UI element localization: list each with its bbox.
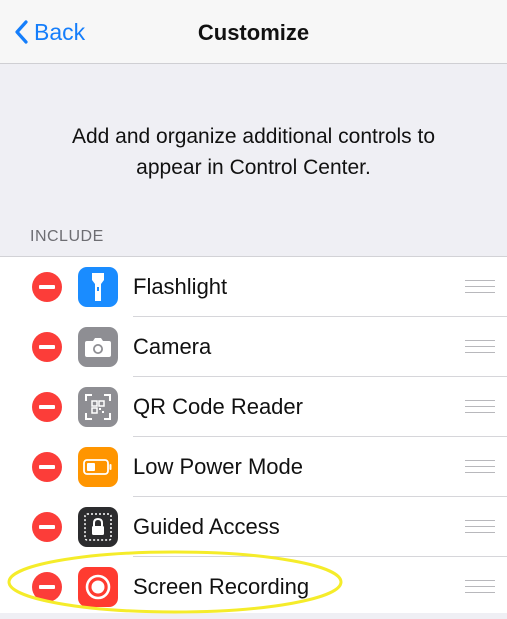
remove-button[interactable]	[32, 392, 62, 422]
row-label: Camera	[133, 334, 212, 359]
controls-list: Flashlight Camera QR Code Reader Low Pow…	[0, 256, 507, 617]
list-item-qr-code-reader: QR Code Reader	[0, 377, 507, 437]
row-label: Flashlight	[133, 274, 228, 299]
intro-text: Add and organize additional controls to …	[71, 125, 436, 179]
list-item-screen-recording: Screen Recording	[0, 557, 507, 617]
lock-icon	[78, 507, 118, 547]
row-label: Low Power Mode	[133, 454, 303, 479]
camera-icon	[78, 327, 118, 367]
row-label: Guided Access	[133, 514, 280, 539]
flashlight-icon	[78, 267, 118, 307]
list-item-guided-access: Guided Access	[0, 497, 507, 557]
remove-button[interactable]	[32, 572, 62, 602]
remove-button[interactable]	[32, 272, 62, 302]
record-icon	[78, 567, 118, 607]
section-header-include: INCLUDE	[30, 228, 104, 245]
list-item-camera: Camera	[0, 317, 507, 377]
reorder-handle[interactable]	[465, 460, 495, 474]
reorder-handle[interactable]	[465, 340, 495, 354]
qr-code-icon	[78, 387, 118, 427]
list-item-flashlight: Flashlight	[0, 257, 507, 317]
remove-button[interactable]	[32, 332, 62, 362]
list-item-low-power-mode: Low Power Mode	[0, 437, 507, 497]
reorder-handle[interactable]	[465, 580, 495, 594]
remove-button[interactable]	[32, 512, 62, 542]
reorder-handle[interactable]	[465, 400, 495, 414]
battery-icon	[78, 447, 118, 487]
remove-button[interactable]	[32, 452, 62, 482]
reorder-handle[interactable]	[465, 280, 495, 294]
reorder-handle[interactable]	[465, 520, 495, 534]
page-title: Customize	[197, 20, 310, 45]
row-label: Screen Recording	[133, 574, 310, 599]
navigation-bar: Back Customize	[0, 0, 507, 64]
row-label: QR Code Reader	[133, 394, 303, 419]
bottom-strip	[0, 613, 507, 619]
